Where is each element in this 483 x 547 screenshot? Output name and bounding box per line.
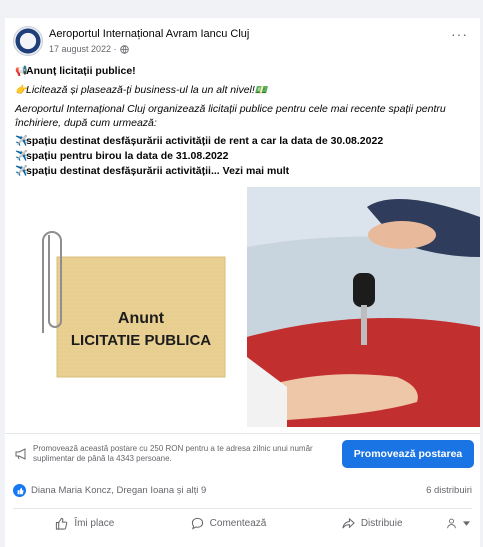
audience-selector[interactable]: [444, 518, 472, 529]
comment-icon: [191, 517, 203, 530]
comment-button[interactable]: Comentează: [157, 517, 301, 530]
post-item: ✈️spațiu destinat desfășurării activităț…: [15, 135, 384, 147]
post-item: ✈️spațiu pentru birou la data de 31.08.2…: [15, 150, 229, 162]
post-header: Aeroportul Internațional Avram Iancu Clu…: [13, 26, 472, 58]
note-subtitle: LICITATIE PUBLICA: [70, 332, 212, 349]
page-name[interactable]: Aeroportul Internațional Avram Iancu Clu…: [49, 28, 249, 40]
see-more-link[interactable]: Vezi mai mult: [223, 165, 290, 177]
more-options-icon[interactable]: ···: [451, 26, 468, 42]
giving-hand: [368, 221, 436, 249]
person-icon: [447, 518, 456, 529]
post-actions: Îmi place Comentează Distribuie: [13, 508, 472, 538]
megaphone-icon: 📢: [15, 66, 28, 77]
post-paragraph: Aeroportul Internațional Cluj organizeaz…: [15, 103, 446, 129]
pointing-hand-icon: 👉: [15, 85, 28, 96]
airplane-icon: ✈️: [15, 166, 28, 177]
megaphone-outline-icon: [15, 448, 26, 460]
airplane-icon: ✈️: [15, 151, 28, 162]
chevron-down-icon: [463, 520, 471, 526]
thumbs-up-icon: [56, 517, 68, 530]
page-avatar[interactable]: [13, 26, 43, 56]
promote-post-button[interactable]: Promovează postarea: [342, 440, 474, 468]
sticky-note-graphic: [42, 231, 226, 378]
globe-icon: [119, 44, 129, 54]
share-arrow-icon: [342, 517, 355, 529]
post-meta: 17 august 2022 ·: [49, 44, 129, 54]
like-button[interactable]: Îmi place: [13, 517, 157, 530]
share-button[interactable]: Distribuie: [300, 517, 444, 530]
post-text: 📢Anunț licitații publice! 👉Licitează și …: [15, 64, 477, 179]
promote-text: Promovează această postare cu 250 RON pe…: [33, 444, 313, 463]
share-count[interactable]: 6 distribuiri: [426, 485, 472, 496]
money-icon: 💵: [254, 85, 268, 96]
key-blade: [361, 305, 367, 345]
promote-bar: Promovează această postare cu 250 RON pe…: [5, 433, 480, 473]
post-line-tagline: 👉Licitează și plasează-ți business-ul la…: [15, 84, 268, 96]
airplane-icon: ✈️: [15, 136, 28, 147]
post-image[interactable]: Anunt LICITATIE PUBLICA: [5, 187, 480, 427]
like-reaction-icon[interactable]: [13, 484, 26, 497]
post-item: ✈️spațiu destinat desfășurării activităț…: [15, 165, 290, 177]
post-date[interactable]: 17 august 2022 ·: [49, 44, 117, 54]
car-key-fob: [353, 273, 375, 307]
car-keys-photo: [247, 187, 480, 427]
post-line-announcement: 📢Anunț licitații publice!: [15, 65, 136, 77]
reactors-list[interactable]: Diana Maria Koncz, Dregan Ioana și alți …: [31, 485, 206, 496]
announcement-note-image: Anunt LICITATIE PUBLICA: [5, 187, 248, 427]
post-card: Aeroportul Internațional Avram Iancu Clu…: [5, 18, 480, 547]
note-title: Anunt: [117, 310, 165, 327]
reactions-summary: Diana Maria Koncz, Dregan Ioana și alți …: [13, 481, 472, 499]
